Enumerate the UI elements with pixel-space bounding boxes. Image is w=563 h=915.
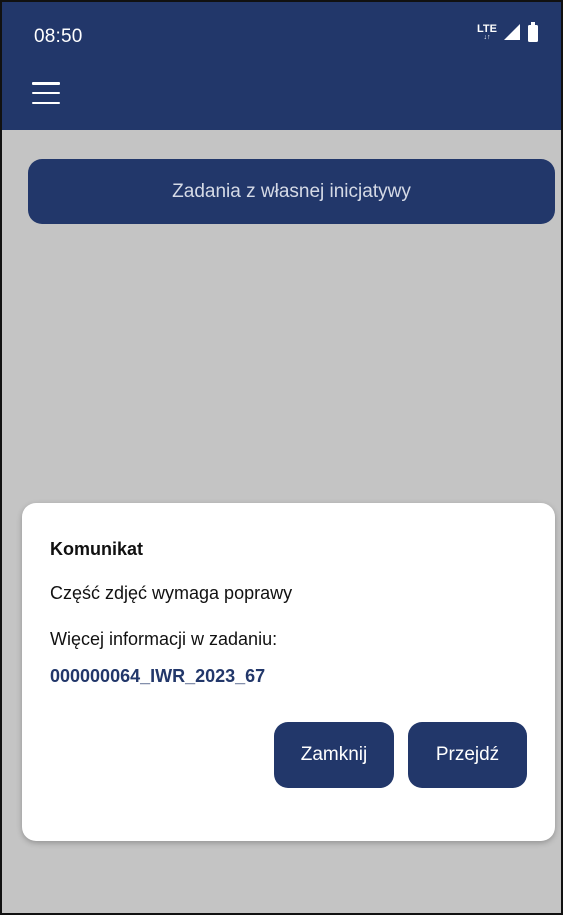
- close-button[interactable]: Zamknij: [274, 722, 394, 788]
- task-id-link[interactable]: 000000064_IWR_2023_67: [50, 666, 265, 687]
- lte-label: LTE: [477, 22, 497, 35]
- message-dialog: Komunikat Część zdjęć wymaga poprawy Wię…: [22, 503, 555, 841]
- menu-line: [32, 82, 60, 85]
- hamburger-menu-icon[interactable]: [32, 82, 60, 104]
- dialog-title: Komunikat: [50, 539, 144, 559]
- go-to-task-button[interactable]: Przejdź: [408, 722, 527, 788]
- lte-arrows: ↓↑: [483, 33, 491, 41]
- own-initiative-tasks-button[interactable]: Zadania z własnej inicjatywy: [28, 159, 555, 224]
- lte-icon: LTE ↓↑: [477, 22, 497, 41]
- dialog-info-label: Więcej informacji w zadaniu:: [50, 629, 278, 649]
- status-time: 08:50: [34, 26, 83, 47]
- status-bar: 08:50 LTE ↓↑: [2, 2, 561, 68]
- app-bar: 08:50 LTE ↓↑: [2, 2, 561, 130]
- dialog-message: Część zdjęć wymaga poprawy: [50, 583, 293, 603]
- status-icons: LTE ↓↑: [477, 22, 539, 42]
- menu-line: [32, 101, 60, 104]
- menu-line: [32, 91, 60, 95]
- signal-icon: [504, 24, 520, 40]
- battery-icon: [528, 22, 538, 42]
